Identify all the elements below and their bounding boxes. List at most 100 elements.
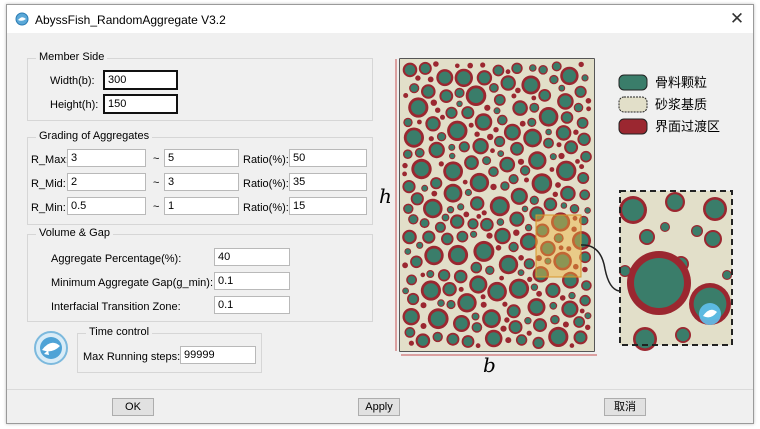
cancel-button[interactable]: 取消 xyxy=(604,398,646,416)
grading-title: Grading of Aggregates xyxy=(36,130,153,142)
zoom-aggregate-core xyxy=(667,194,683,210)
member-side-title: Member Side xyxy=(36,51,108,63)
aggregate-core xyxy=(530,104,538,112)
app-icon xyxy=(15,12,29,26)
r-mid-min-input[interactable] xyxy=(67,173,146,191)
zoom-aggregate-core xyxy=(723,271,731,279)
r-min-ratio-label: Ratio(%): xyxy=(243,202,289,214)
aggregate-itz xyxy=(468,122,474,128)
aggregate-core xyxy=(404,150,412,158)
r-min-max-input[interactable] xyxy=(164,197,239,215)
aggregate-core xyxy=(496,230,509,242)
aggregate-core xyxy=(581,152,591,161)
r-max-ratio-input[interactable] xyxy=(289,149,367,167)
aggregate-itz xyxy=(505,337,512,344)
aggregate-core xyxy=(490,284,505,299)
zoom-region xyxy=(535,214,582,278)
r-min-min-input[interactable] xyxy=(67,197,146,215)
apply-button[interactable]: Apply xyxy=(358,398,400,416)
aggregate-core xyxy=(404,119,412,126)
aggregate-itz xyxy=(408,340,414,346)
aggregate-core xyxy=(463,336,473,347)
aggregate-core xyxy=(409,215,418,224)
aggregate-core xyxy=(411,100,426,115)
aggregate-core xyxy=(528,119,536,126)
aggregate-itz xyxy=(579,164,585,170)
aggregate-core xyxy=(579,134,589,145)
aggregate-core xyxy=(423,86,434,97)
aggregate-core xyxy=(575,332,586,343)
aggregate-itz xyxy=(513,229,520,236)
width-input[interactable] xyxy=(103,70,178,90)
aggregate-core xyxy=(551,316,559,324)
aggregate-itz xyxy=(555,182,561,188)
aggregate-core xyxy=(427,248,441,263)
aggregate-itz xyxy=(428,136,434,142)
aggregate-figure: 骨料颗粒 砂浆基质 界面过渡区 xyxy=(395,58,733,356)
aggregate-itz xyxy=(458,286,464,292)
aggregate-core xyxy=(541,109,556,124)
aggregate-core xyxy=(559,95,572,108)
aggregate-core xyxy=(501,158,513,171)
aggregate-itz xyxy=(476,214,482,219)
aggregate-itz xyxy=(526,330,532,336)
aggregate-core xyxy=(431,178,441,188)
aggregate-core xyxy=(501,182,509,190)
max-steps-input[interactable] xyxy=(180,346,256,364)
aggregate-core xyxy=(472,313,479,320)
aggregate-itz xyxy=(531,95,537,101)
aggregate-core xyxy=(498,116,507,124)
r-mid-max-input[interactable] xyxy=(164,173,239,191)
aggregate-itz xyxy=(455,63,460,69)
aggregate-core xyxy=(463,107,473,118)
min-gap-input[interactable] xyxy=(214,272,290,290)
aggregate-core xyxy=(471,278,485,291)
r-max-min-input[interactable] xyxy=(67,149,146,167)
aggregate-core xyxy=(494,108,500,114)
aggregate-core xyxy=(430,311,446,327)
aggregate-core xyxy=(521,166,529,175)
aggregate-core xyxy=(495,95,504,105)
aggregate-core xyxy=(574,317,584,327)
aggregate-core xyxy=(578,173,588,183)
itz-input[interactable] xyxy=(214,296,290,314)
aggregate-itz xyxy=(559,295,566,301)
aggregate-core xyxy=(508,306,519,317)
aggregate-core xyxy=(423,283,439,298)
r-min-ratio-input[interactable] xyxy=(289,197,367,215)
aggregate-itz xyxy=(463,211,470,218)
ok-button[interactable]: OK xyxy=(112,398,154,416)
aggregate-core xyxy=(406,130,422,145)
aggregate-itz xyxy=(549,167,555,172)
close-button[interactable]: ✕ xyxy=(725,8,749,30)
aggregate-core xyxy=(581,296,590,305)
zoom-aggregate-core xyxy=(706,232,720,246)
aggregate-core xyxy=(407,276,416,284)
aggregate-core xyxy=(569,292,575,299)
aggregate-core xyxy=(530,300,543,314)
aggregate-core xyxy=(425,201,440,216)
aggregate-core xyxy=(477,115,490,129)
aggregate-core xyxy=(510,322,521,333)
aggregate-itz xyxy=(585,324,591,330)
aggregate-core xyxy=(449,144,455,150)
aggregate-itz xyxy=(467,62,473,69)
r-max-max-input[interactable] xyxy=(164,149,239,167)
zoom-aggregate-core xyxy=(705,199,725,219)
aggregate-core xyxy=(484,311,499,326)
aggregate-core xyxy=(551,329,566,345)
height-input[interactable] xyxy=(103,94,178,114)
aggregate-core xyxy=(522,235,536,249)
aggregate-core xyxy=(545,199,556,210)
aggregate-itz xyxy=(480,294,486,300)
aggregate-core xyxy=(580,190,589,199)
aggregate-itz xyxy=(427,76,434,83)
aggregate-core xyxy=(525,259,534,268)
aggregate-percentage-input[interactable] xyxy=(214,248,290,266)
aggregate-core xyxy=(411,257,421,267)
aggregate-core xyxy=(457,101,462,107)
aggregate-core xyxy=(540,90,550,100)
zoom-aggregate-core xyxy=(640,230,654,244)
r-mid-ratio-input[interactable] xyxy=(289,173,367,191)
aggregate-core xyxy=(513,190,526,203)
